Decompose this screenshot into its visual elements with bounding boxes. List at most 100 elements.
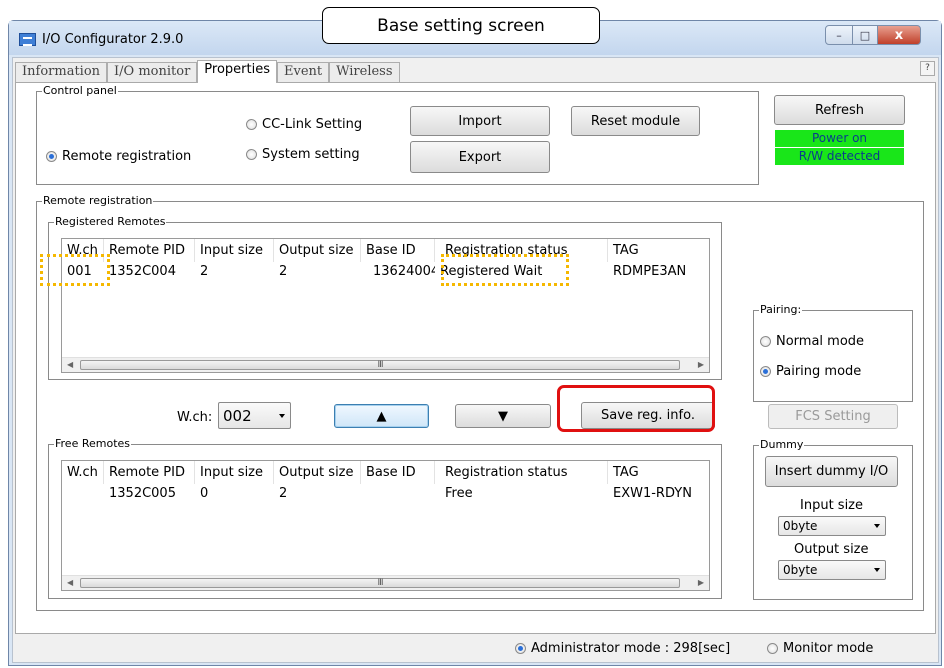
pairing-mode-radio[interactable]: Pairing mode <box>760 364 861 379</box>
free-remotes-label: Free Remotes <box>54 437 132 451</box>
output-size-select[interactable]: 0byte <box>778 560 886 580</box>
table-header: W.ch Remote PID Input size Output size B… <box>62 239 709 262</box>
dummy-label: Dummy <box>759 438 805 452</box>
column-header[interactable]: Remote PID <box>104 239 195 262</box>
monitor-mode-radio[interactable]: Monitor mode <box>767 641 873 656</box>
scroll-right-icon[interactable]: ▶ <box>698 360 704 369</box>
rw-status-indicator: R/W detected <box>775 148 904 165</box>
tab-information[interactable]: Information <box>15 62 108 82</box>
cell-remote-pid: 1352C004 <box>109 264 176 279</box>
scroll-right-icon[interactable]: ▶ <box>698 578 704 587</box>
wch-label: W.ch: <box>177 410 213 425</box>
scroll-grip-icon: III <box>377 578 384 588</box>
move-up-button[interactable]: ▲ <box>334 404 429 428</box>
pairing-label: Pairing: <box>759 303 803 317</box>
input-size-value: 0byte <box>783 519 818 533</box>
maximize-icon: □ <box>859 28 871 42</box>
cell-output-size: 2 <box>279 264 288 279</box>
refresh-button[interactable]: Refresh <box>774 95 905 125</box>
cell-base-id <box>361 485 435 503</box>
import-button[interactable]: Import <box>410 106 550 136</box>
cc-link-setting-radio[interactable]: CC-Link Setting <box>246 117 362 132</box>
scroll-thumb[interactable]: III <box>80 578 680 588</box>
remote-registration-radio[interactable]: Remote registration <box>46 149 191 164</box>
radio-icon <box>246 119 257 130</box>
export-button[interactable]: Export <box>410 141 550 173</box>
input-size-select[interactable]: 0byte <box>778 516 886 536</box>
horizontal-scrollbar[interactable]: ◀ III ▶ <box>62 357 709 372</box>
arrow-up-icon: ▲ <box>376 408 387 424</box>
column-header[interactable]: Base ID <box>361 239 435 262</box>
pairing-group: Pairing: Normal mode Pairing mode <box>753 303 913 402</box>
normal-mode-radio[interactable]: Normal mode <box>760 334 864 349</box>
input-size-label: Input size <box>800 498 864 513</box>
output-size-label: Output size <box>794 542 869 557</box>
cell-base-id: 13624004 <box>373 264 435 279</box>
column-header[interactable]: Registration status <box>435 461 608 484</box>
help-icon: ? <box>925 63 930 73</box>
maximize-button[interactable]: □ <box>852 25 878 45</box>
scroll-thumb[interactable]: III <box>80 360 680 370</box>
tab-wireless[interactable]: Wireless <box>329 62 400 82</box>
minimize-button[interactable]: – <box>825 25 853 45</box>
column-header[interactable]: Input size <box>195 239 274 262</box>
cell-remote-pid: 1352C005 <box>109 486 176 501</box>
chevron-down-icon <box>874 524 880 528</box>
column-header[interactable]: Input size <box>195 461 274 484</box>
remote-registration-label: Remote registration <box>62 149 192 164</box>
column-header[interactable]: Output size <box>274 239 361 262</box>
pairing-mode-label: Pairing mode <box>776 364 862 379</box>
table-row[interactable]: 001 1352C004 2 2 13624004 Registered Wai… <box>62 263 709 281</box>
cell-tag: EXW1-RDYN <box>613 486 692 501</box>
close-button[interactable]: x <box>877 25 921 45</box>
tab-strip: Information I/O monitor Properties Event… <box>15 60 400 83</box>
status-bar: Administrator mode : 298[sec] Monitor mo… <box>15 638 936 660</box>
administrator-mode-label: Administrator mode : 298[sec] <box>531 641 731 656</box>
tab-properties[interactable]: Properties <box>197 60 277 83</box>
radio-icon <box>246 149 257 160</box>
column-header[interactable]: W.ch <box>62 461 104 484</box>
registered-remotes-table[interactable]: W.ch Remote PID Input size Output size B… <box>61 238 710 373</box>
app-icon <box>19 33 36 46</box>
chevron-down-icon <box>874 568 880 572</box>
column-header[interactable]: Base ID <box>361 461 435 484</box>
save-button-highlight <box>557 385 715 432</box>
scroll-left-icon[interactable]: ◀ <box>67 360 73 369</box>
tab-io-monitor[interactable]: I/O monitor <box>107 62 198 82</box>
cell-tag: RDMPE3AN <box>613 264 687 279</box>
dummy-group: Dummy Insert dummy I/O Input size 0byte … <box>753 438 913 600</box>
wch-select[interactable]: 002 <box>218 402 291 429</box>
scroll-grip-icon: III <box>377 360 384 370</box>
insert-dummy-io-button[interactable]: Insert dummy I/O <box>765 456 898 487</box>
properties-page: Control panel Remote registration CC-Lin… <box>15 82 936 634</box>
radio-selected-icon <box>760 366 771 377</box>
help-button[interactable]: ? <box>920 61 935 76</box>
reset-module-button[interactable]: Reset module <box>571 106 700 136</box>
scroll-left-icon[interactable]: ◀ <box>67 578 73 587</box>
move-down-button[interactable]: ▼ <box>455 404 551 428</box>
column-header[interactable]: TAG <box>608 239 709 262</box>
remote-registration-group-label: Remote registration <box>42 194 154 208</box>
horizontal-scrollbar[interactable]: ◀ III ▶ <box>62 575 709 590</box>
control-panel-group: Control panel Remote registration CC-Lin… <box>36 84 759 185</box>
radio-icon <box>760 336 771 347</box>
table-row[interactable]: 1352C005 0 2 Free EXW1-RDYN <box>62 485 709 503</box>
system-setting-radio[interactable]: System setting <box>246 147 360 162</box>
cell-input-size: 0 <box>200 486 209 501</box>
control-panel-label: Control panel <box>42 84 118 98</box>
cc-link-label: CC-Link Setting <box>262 117 363 132</box>
registered-remotes-group: Registered Remotes W.ch Remote PID Input… <box>48 215 722 380</box>
cell-wch <box>62 485 104 503</box>
output-size-value: 0byte <box>783 563 818 577</box>
fcs-setting-button[interactable]: FCS Setting <box>768 404 898 429</box>
administrator-mode-radio[interactable]: Administrator mode : 298[sec] <box>515 641 730 656</box>
column-header[interactable]: Output size <box>274 461 361 484</box>
free-remotes-table[interactable]: W.ch Remote PID Input size Output size B… <box>61 460 710 591</box>
cell-input-size: 2 <box>200 264 209 279</box>
tab-event[interactable]: Event <box>277 62 330 82</box>
annotation-callout: Base setting screen <box>322 7 600 44</box>
column-header[interactable]: TAG <box>608 461 709 484</box>
client-area: Information I/O monitor Properties Event… <box>12 57 939 663</box>
column-header[interactable]: Remote PID <box>104 461 195 484</box>
close-icon: x <box>894 27 904 43</box>
